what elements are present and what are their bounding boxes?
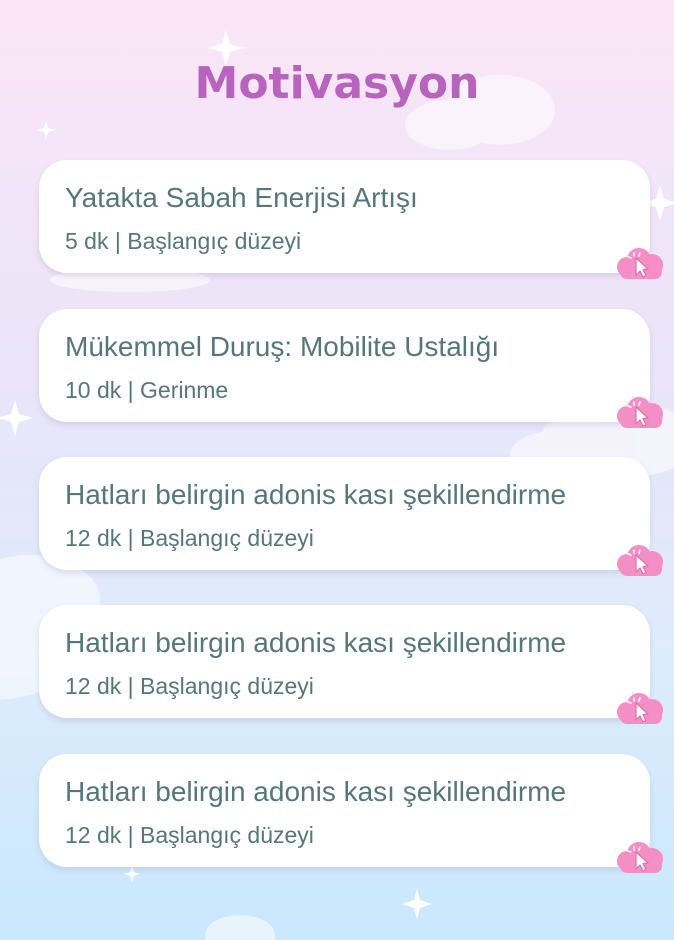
workout-title: Yatakta Sabah Enerjisi Artışı <box>65 182 418 213</box>
sparkle-icon <box>0 400 33 436</box>
workout-card[interactable]: Mükemmel Duruş: Mobilite Ustalığı 10 dk |… <box>39 309 663 428</box>
workout-meta: 12 dk | Başlangıç düzeyi <box>65 822 314 848</box>
workout-card[interactable]: Yatakta Sabah Enerjisi Artışı 5 dk | Başl… <box>39 160 663 279</box>
workout-title: Hatları belirgin adonis kası şekillendir… <box>65 776 567 807</box>
pink-cloud-pointer-icon[interactable] <box>612 394 668 434</box>
pink-cloud-pointer-icon[interactable] <box>612 839 668 879</box>
sparkle-icon <box>36 120 56 140</box>
workout-meta: 10 dk | Gerinme <box>65 377 229 403</box>
workout-card[interactable]: Hatları belirgin adonis kası şekillendir… <box>39 605 663 724</box>
page-title: Motivasyon <box>194 58 480 109</box>
sparkle-icon <box>124 866 140 882</box>
workout-meta: 5 dk | Başlangıç düzeyi <box>65 228 302 254</box>
sparkle-icon <box>402 888 432 920</box>
pink-cloud-pointer-icon[interactable] <box>612 245 668 285</box>
workout-meta: 12 dk | Başlangıç düzeyi <box>65 525 314 551</box>
workout-title: Hatları belirgin adonis kası şekillendir… <box>65 479 567 510</box>
workout-card[interactable]: Hatları belirgin adonis kası şekillendir… <box>39 457 663 576</box>
workout-title: Hatları belirgin adonis kası şekillendir… <box>65 627 567 658</box>
pink-cloud-pointer-icon[interactable] <box>612 542 668 582</box>
pink-cloud-pointer-icon[interactable] <box>612 690 668 730</box>
workout-title: Mükemmel Duruş: Mobilite Ustalığı <box>65 331 500 362</box>
workout-card[interactable]: Hatları belirgin adonis kası şekillendir… <box>39 754 663 873</box>
workout-meta: 12 dk | Başlangıç düzeyi <box>65 673 314 699</box>
